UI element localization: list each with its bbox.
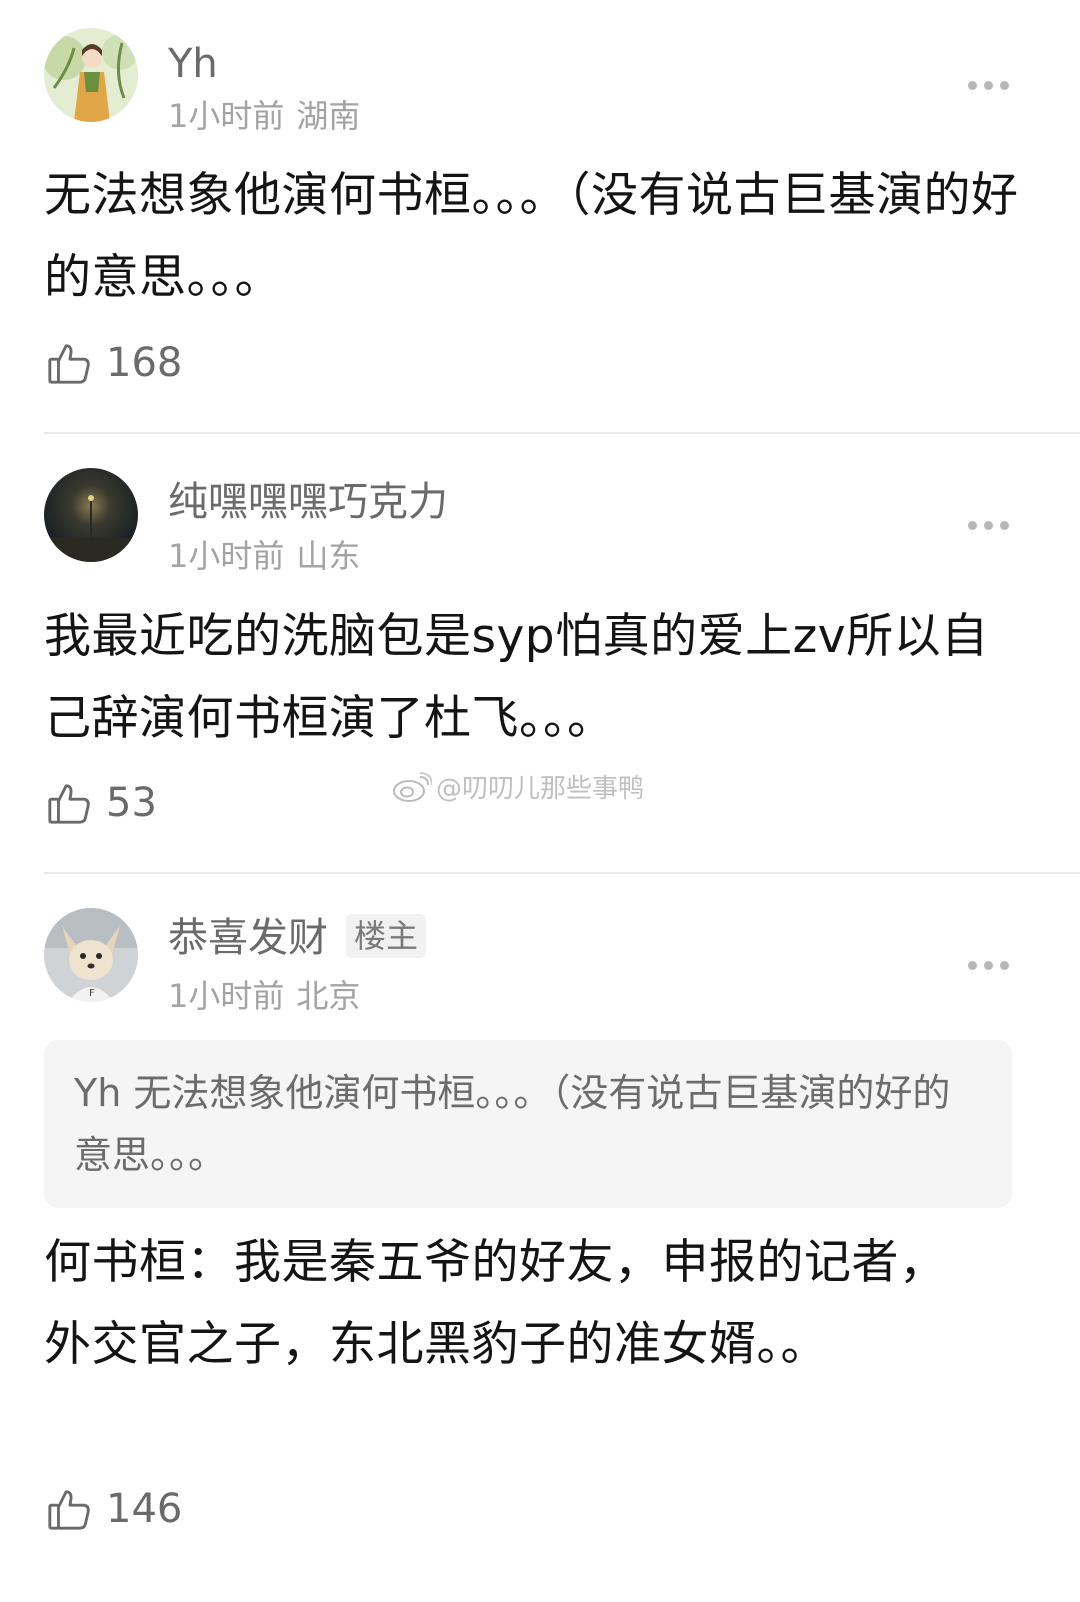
watermark-text: @叨叨儿那些事鸭 <box>436 774 645 804</box>
more-dots-icon[interactable] <box>968 518 1012 532</box>
like-button[interactable]: 168 <box>46 338 182 388</box>
divider <box>44 432 1080 434</box>
like-count: 168 <box>106 340 183 386</box>
comment-location: 北京 <box>296 977 361 1015</box>
comment-time: 1小时前 <box>168 537 285 575</box>
comment-text: 何书桓：我是秦五爷的好友，申报的记者，外交官之子，东北黑豹子的准女婿。。 <box>44 1235 947 1372</box>
op-badge: 楼主 <box>346 914 427 958</box>
like-count: 146 <box>106 1486 183 1532</box>
comment-time: 1小时前 <box>168 977 285 1015</box>
like-button[interactable]: 146 <box>46 1484 182 1534</box>
comment-text: 我最近吃的洗脑包是syp怕真的爱上zv所以自己辞演何书桓演了杜飞。。。 <box>44 609 989 746</box>
comment-meta: 1小时前 山东 <box>168 540 360 572</box>
comment-meta: 1小时前 北京 <box>168 980 360 1012</box>
weibo-logo-icon <box>393 771 432 802</box>
comment-time: 1小时前 <box>168 97 285 135</box>
watermark: @叨叨儿那些事鸭 <box>392 768 644 805</box>
thumbs-up-icon <box>48 344 90 384</box>
more-dots-icon[interactable] <box>968 78 1012 92</box>
avatar[interactable]: F <box>44 908 138 1002</box>
comment-meta: 1小时前 湖南 <box>168 100 360 132</box>
more-dots-icon[interactable] <box>968 958 1012 972</box>
avatar[interactable] <box>44 468 138 562</box>
svg-text:F: F <box>89 988 95 999</box>
comment-location: 湖南 <box>296 97 361 135</box>
username[interactable]: Yh <box>168 44 218 84</box>
avatar[interactable] <box>44 28 138 122</box>
comment-location: 山东 <box>296 537 361 575</box>
like-button[interactable]: 53 <box>46 778 157 828</box>
username[interactable]: 纯嘿嘿嘿巧克力 <box>168 482 448 522</box>
username-row: 恭喜发财 楼主 <box>168 914 427 962</box>
quoted-comment[interactable]: Yh 无法想象他演何书桓。。。（没有说古巨基演的好的意思。。。 <box>44 1040 1012 1208</box>
like-count: 53 <box>106 780 157 826</box>
comment-text: 无法想象他演何书桓。。。（没有说古巨基演的好的意思。。。 <box>44 168 1019 305</box>
thumbs-up-icon <box>48 784 90 824</box>
username[interactable]: 恭喜发财 <box>168 915 328 961</box>
divider <box>44 872 1080 874</box>
thumbs-up-icon <box>48 1490 90 1530</box>
quoted-text: Yh 无法想象他演何书桓。。。（没有说古巨基演的好的意思。。。 <box>74 1071 951 1177</box>
